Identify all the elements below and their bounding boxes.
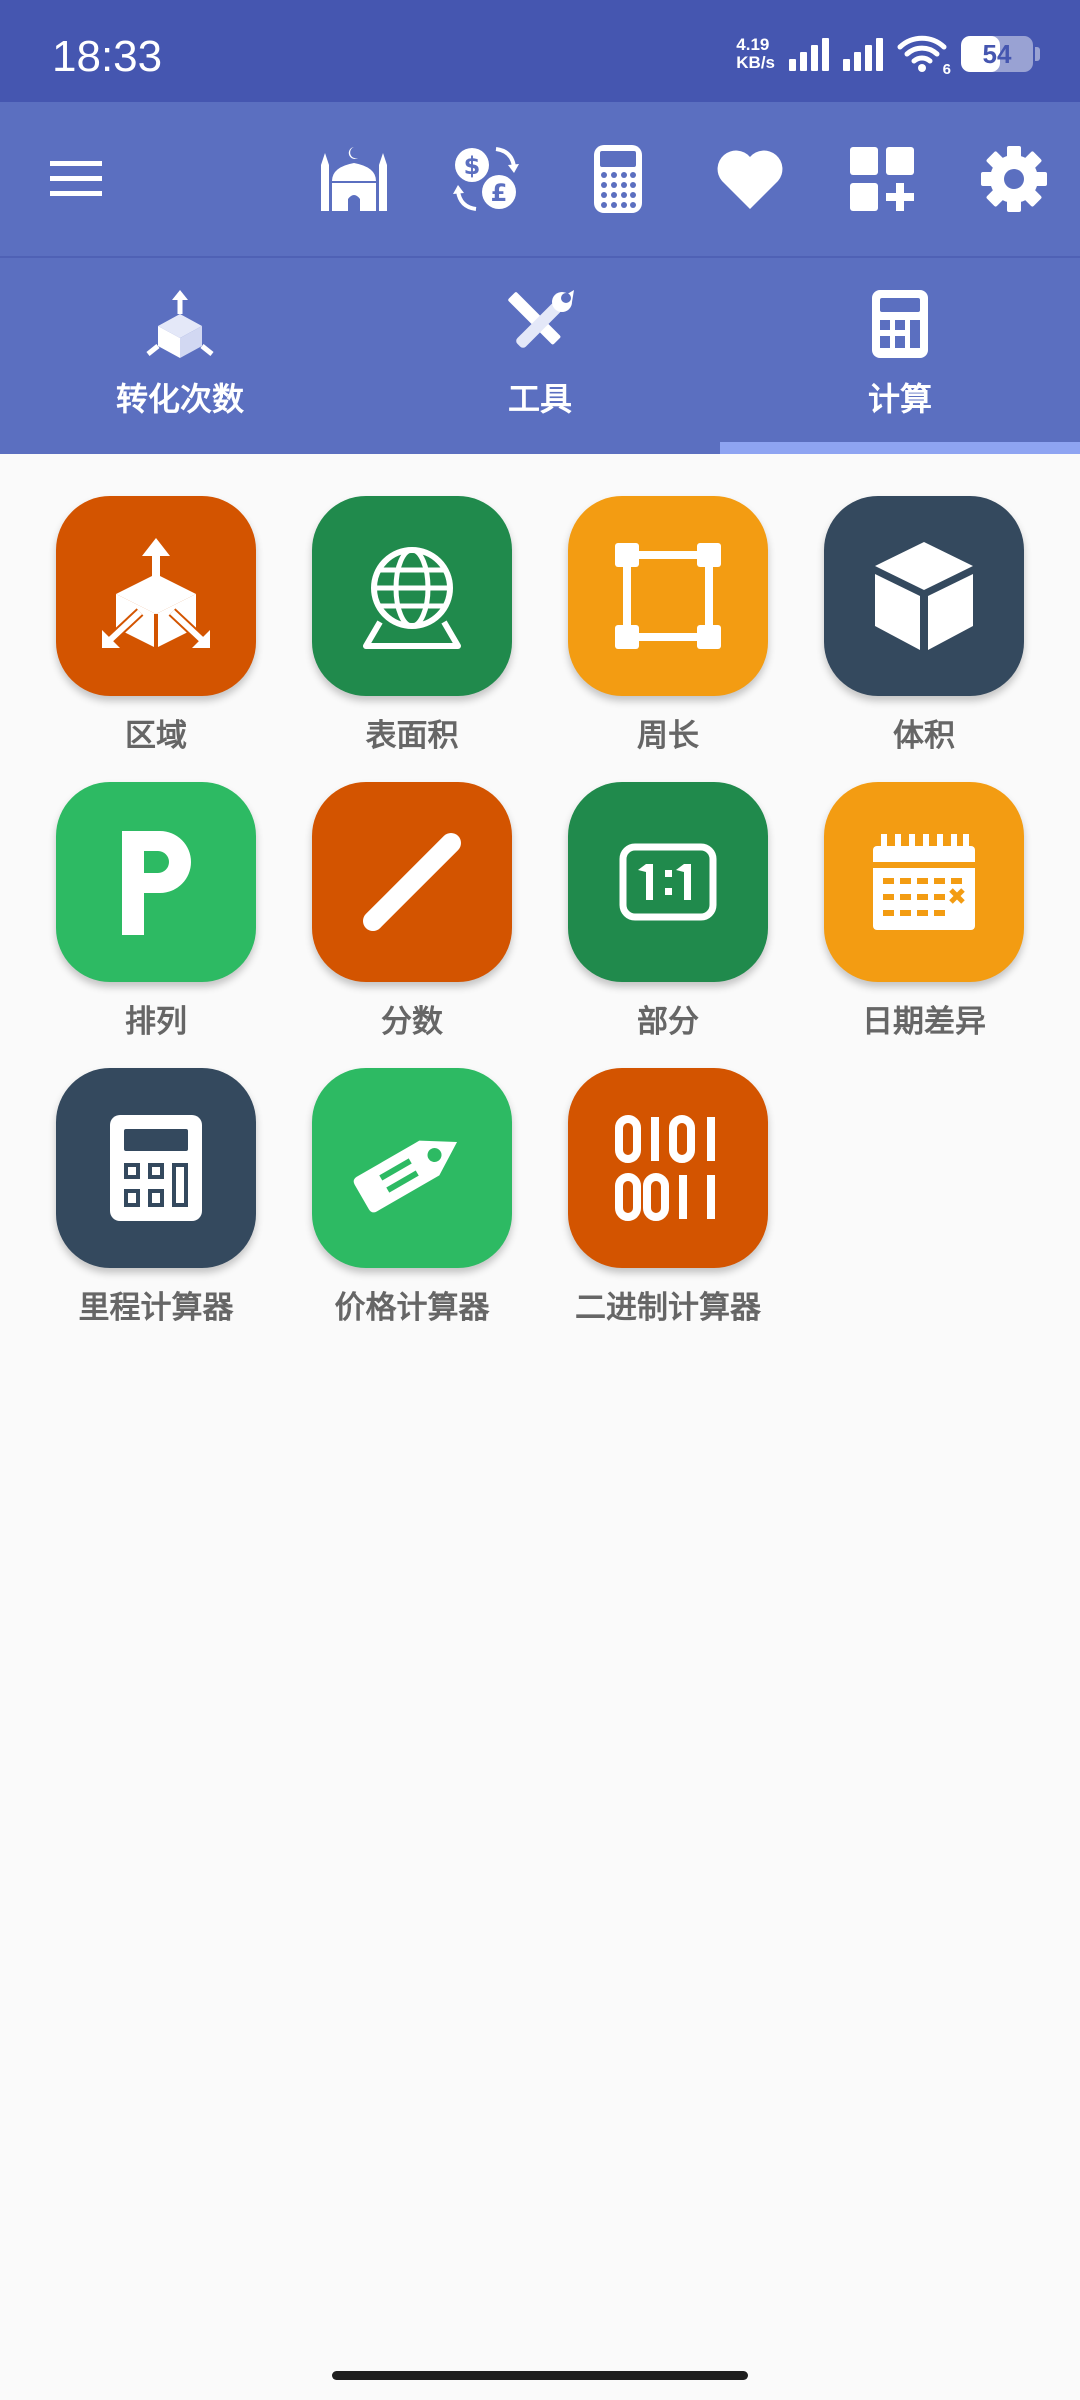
grid-item-label: 二进制计算器: [575, 1290, 761, 1326]
grid-item-perimeter[interactable]: 周长: [568, 496, 768, 754]
grid-item-fraction[interactable]: 分数: [312, 782, 512, 1040]
grid-item-volume[interactable]: 体积: [824, 496, 1024, 754]
grid-item-icon-bg: [824, 496, 1024, 696]
gear-icon: [981, 146, 1047, 212]
perimeter-icon: [615, 543, 721, 649]
permutation-icon: [122, 831, 191, 935]
status-indicators: 4.19 KB/s 6 54: [736, 34, 1040, 78]
prayer-times-button[interactable]: [314, 139, 394, 219]
scientific-calculator-icon: [594, 145, 642, 213]
cube-icon: [875, 542, 973, 650]
favorites-button[interactable]: [710, 139, 790, 219]
globe-icon: [363, 547, 461, 649]
settings-button[interactable]: [974, 139, 1054, 219]
price-tag-icon: [353, 1140, 458, 1213]
selected-tab-indicator: [720, 442, 1080, 454]
area-icon: [102, 538, 210, 648]
grid-item-icon-bg: [568, 1068, 768, 1268]
home-indicator[interactable]: [332, 2371, 748, 2380]
signal-icon-secondary: [843, 37, 883, 71]
grid-item-mileage-calculator[interactable]: 里程计算器: [56, 1068, 256, 1326]
tab-label: 转化次数: [115, 380, 244, 418]
grid-item-area[interactable]: 区域: [56, 496, 256, 754]
tab-conversions[interactable]: 转化次数: [0, 258, 360, 454]
menu-icon: [50, 161, 102, 196]
binary-icon: [615, 1115, 715, 1221]
tab-label: 工具: [507, 380, 572, 418]
grid-item-label: 体积: [893, 718, 955, 754]
mosque-icon: [321, 147, 387, 211]
category-tabs: 转化次数 工具 计算: [0, 258, 1080, 454]
calculator-icon: [110, 1115, 202, 1221]
app-toolbar: $ £: [0, 102, 1080, 256]
tab-tools[interactable]: 工具: [360, 258, 720, 454]
tools-icon: [508, 290, 574, 348]
grid-item-ratio[interactable]: 部分: [568, 782, 768, 1040]
battery-icon: 54: [961, 36, 1040, 72]
battery-level: 54: [982, 38, 1012, 69]
calendar-icon: [873, 834, 975, 930]
grid-item-price-calculator[interactable]: 价格计算器: [312, 1068, 512, 1326]
add-widget-button[interactable]: [842, 139, 922, 219]
grid-item-icon-bg: [312, 496, 512, 696]
grid-item-label: 日期差异: [862, 1004, 986, 1040]
grid-item-icon-bg: [312, 782, 512, 982]
grid-item-date-difference[interactable]: 日期差异: [824, 782, 1024, 1040]
grid-item-icon-bg: [568, 496, 768, 696]
network-speed-value: 4.19: [736, 35, 770, 54]
grid-item-icon-bg: [56, 782, 256, 982]
conversions-icon: [146, 290, 214, 358]
grid-item-surface-area[interactable]: 表面积: [312, 496, 512, 754]
tab-label: 计算: [867, 380, 932, 418]
ratio-icon: [619, 843, 717, 921]
svg-text:£: £: [491, 179, 508, 207]
add-widget-icon: [850, 147, 914, 211]
grid-item-permutation[interactable]: 排列: [56, 782, 256, 1040]
network-speed: 4.19 KB/s: [736, 36, 775, 72]
scientific-calculator-button[interactable]: [578, 139, 658, 219]
signal-icon: [789, 37, 829, 71]
heart-icon: [717, 150, 783, 209]
grid-item-icon-bg: [824, 782, 1024, 982]
network-speed-unit: KB/s: [736, 53, 775, 72]
grid-item-icon-bg: [312, 1068, 512, 1268]
grid-item-icon-bg: [56, 1068, 256, 1268]
tab-calculate[interactable]: 计算: [720, 258, 1080, 454]
grid-item-binary-calculator[interactable]: 二进制计算器: [568, 1068, 768, 1326]
status-bar: 18:33 4.19 KB/s 6 54: [0, 0, 1080, 102]
currency-exchange-icon: $ £: [453, 147, 519, 211]
fraction-icon: [363, 833, 461, 931]
currency-converter-button[interactable]: $ £: [446, 139, 526, 219]
grid-item-icon-bg: [568, 782, 768, 982]
wifi-icon: 6: [897, 34, 951, 78]
wifi-badge: 6: [942, 61, 951, 78]
status-time: 18:33: [52, 32, 163, 81]
grid-item-icon-bg: [56, 496, 256, 696]
menu-button[interactable]: [36, 139, 116, 219]
svg-text:$: $: [464, 152, 481, 180]
calculator-icon: [872, 290, 928, 358]
